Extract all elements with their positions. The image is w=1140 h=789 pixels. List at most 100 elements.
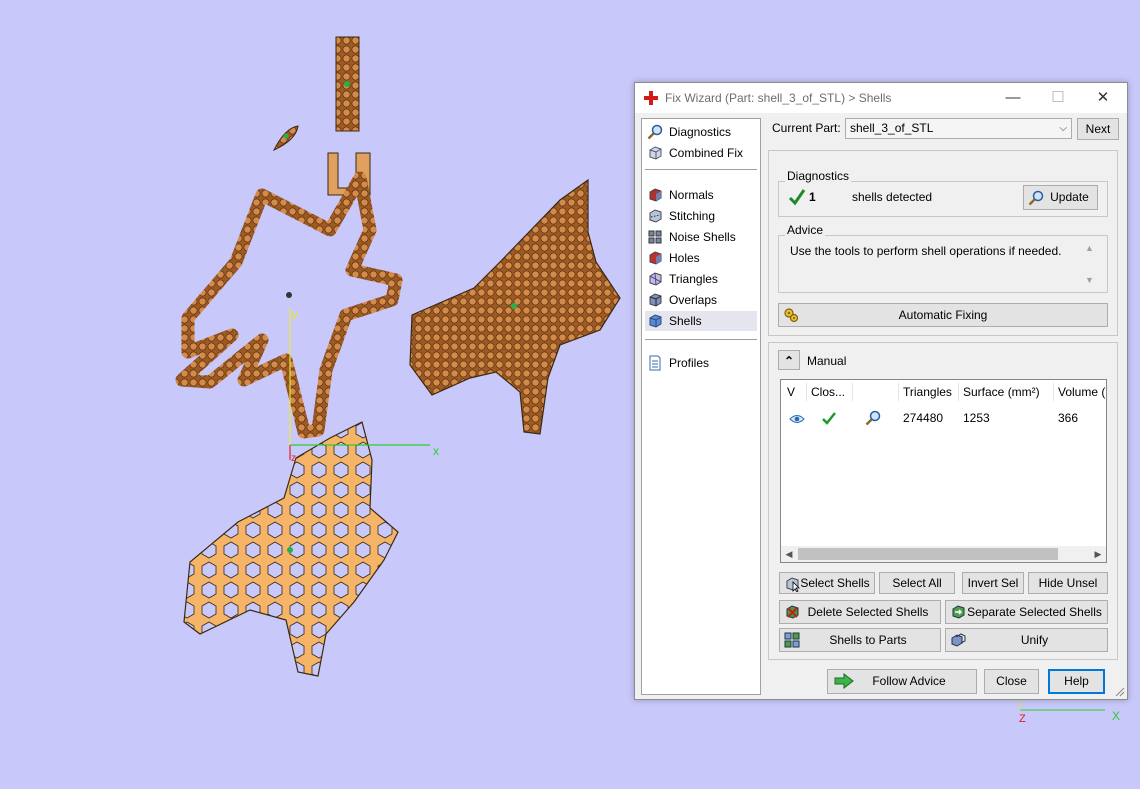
nav-item-shells[interactable]: Shells [645,311,757,331]
nav-label: Triangles [669,272,718,286]
nav-item-stitching[interactable]: Stitching [645,206,757,226]
close-window-button[interactable]: ✕ [1081,83,1125,113]
table-row[interactable]: 274480 1253 366 [781,407,1106,429]
document-icon [649,355,661,371]
nav-label: Shells [669,314,702,328]
update-label: Update [1050,190,1089,204]
select-all-button[interactable]: Select All [879,572,955,594]
shells-table[interactable]: V Clos... Triangles Surface (mm²) Volume… [780,379,1107,563]
follow-advice-button[interactable]: Follow Advice [827,669,977,694]
mini-axis-x-label: X [1112,709,1120,723]
column-header-surface[interactable]: Surface (mm²) [959,383,1054,401]
nav-item-normals[interactable]: Normals [645,185,757,205]
diagnostics-group-label: Diagnostics [785,169,852,183]
nav-item-triangles[interactable]: Triangles [645,269,757,289]
overlaps-icon [649,293,662,307]
column-header-closed[interactable]: Clos... [807,383,853,401]
unify-button[interactable]: Unify [945,628,1108,652]
nav-item-combined-fix[interactable]: Combined Fix [645,143,757,163]
separate-shells-icon [952,605,965,619]
resize-grip-icon[interactable] [1115,687,1125,697]
invert-selection-button[interactable]: Invert Sel [962,572,1024,594]
column-header-zoom[interactable] [853,383,899,401]
nav-item-overlaps[interactable]: Overlaps [645,290,757,310]
wizard-nav: Diagnostics Combined Fix Normals Stitchi… [641,118,761,695]
cell-triangles: 274480 [903,411,944,425]
separate-selected-label: Separate Selected Shells [967,605,1102,619]
scrollbar-thumb[interactable] [798,548,1058,560]
column-header-visible[interactable]: V [783,383,807,401]
nav-separator [645,339,757,340]
select-shells-icon [786,577,800,592]
hide-unselected-button[interactable]: Hide Unsel [1028,572,1108,594]
shells-icon [649,314,662,328]
advice-text: Use the tools to perform shell operation… [790,244,1062,258]
update-button[interactable]: Update [1023,185,1098,210]
maximize-button[interactable]: ☐ [1036,83,1080,113]
horizontal-scrollbar[interactable]: ◀ ▶ [781,546,1106,562]
nav-label: Normals [669,188,714,202]
next-button[interactable]: Next [1077,118,1119,140]
axis-y-label: y [292,307,298,321]
axis-z-label: z [291,453,296,464]
nav-label: Diagnostics [669,125,732,139]
shell-leaf-piece[interactable] [272,125,299,152]
shells-to-parts-icon [784,632,800,648]
shell-filled-star[interactable] [409,178,621,435]
scroll-left-icon[interactable]: ◀ [781,546,797,562]
cell-volume: 366 [1058,411,1079,425]
close-button[interactable]: Close [984,669,1039,694]
shell-count: 1 [809,190,816,204]
stitching-icon [649,209,662,223]
nav-label: Overlaps [669,293,718,307]
scroll-up-icon[interactable]: ▲ [1085,243,1094,253]
unify-label: Unify [1020,633,1049,647]
shell-bar-piece[interactable] [335,36,360,132]
nav-label: Noise Shells [669,230,736,244]
nav-separator [645,169,757,170]
column-header-volume[interactable]: Volume ( [1054,383,1106,401]
title-bar[interactable]: Fix Wizard (Part: shell_3_of_STL) > Shel… [635,83,1127,113]
nav-item-diagnostics[interactable]: Diagnostics [645,122,757,142]
collapse-manual-button[interactable]: ⌃ [778,350,800,370]
nav-label: Stitching [669,209,716,223]
nav-item-profiles[interactable]: Profiles [645,353,757,373]
scroll-right-icon[interactable]: ▶ [1090,546,1106,562]
triangles-icon [649,272,662,286]
advice-group-label: Advice [785,223,826,237]
nav-item-holes[interactable]: Holes [645,248,757,268]
magnifier-icon [647,124,663,140]
shell-outline-star[interactable] [175,171,403,439]
automatic-fixing-button[interactable]: Automatic Fixing [778,303,1108,327]
separate-selected-shells-button[interactable]: Separate Selected Shells [945,600,1108,624]
holes-icon [649,251,662,265]
select-shells-button[interactable]: Select Shells [779,572,875,594]
nav-label: Combined Fix [669,146,744,160]
nav-label: Holes [669,251,700,265]
checkmark-icon [822,412,836,425]
column-header-triangles[interactable]: Triangles [899,383,959,401]
noise-shells-icon [648,230,662,244]
help-button[interactable]: Help [1048,669,1105,694]
automatic-fixing-label: Automatic Fixing [898,308,988,322]
cube-icon [649,146,662,160]
zoom-to-shell-icon[interactable] [865,410,881,426]
nav-item-noise-shells[interactable]: Noise Shells [645,227,757,247]
follow-advice-label: Follow Advice [872,674,946,688]
delete-selected-shells-button[interactable]: Delete Selected Shells [779,600,941,624]
cell-surface: 1253 [963,411,990,425]
current-part-select[interactable]: shell_3_of_STL ⌵ [845,118,1072,139]
select-shells-label: Select Shells [800,576,870,590]
shells-to-parts-button[interactable]: Shells to Parts [779,628,941,652]
shells-detected-text: shells detected [852,190,933,204]
fix-wizard-dialog: Fix Wizard (Part: shell_3_of_STL) > Shel… [634,82,1128,700]
current-part-label: Current Part: [772,121,841,135]
red-cross-app-icon [644,91,658,105]
chevron-down-icon: ⌵ [1059,123,1067,134]
minimize-button[interactable]: — [991,83,1035,113]
arrow-right-icon [834,673,854,689]
scroll-down-icon[interactable]: ▼ [1085,275,1094,285]
eye-icon[interactable] [789,413,805,425]
axis-x-label: x [433,444,439,458]
checkmark-icon [788,189,806,206]
